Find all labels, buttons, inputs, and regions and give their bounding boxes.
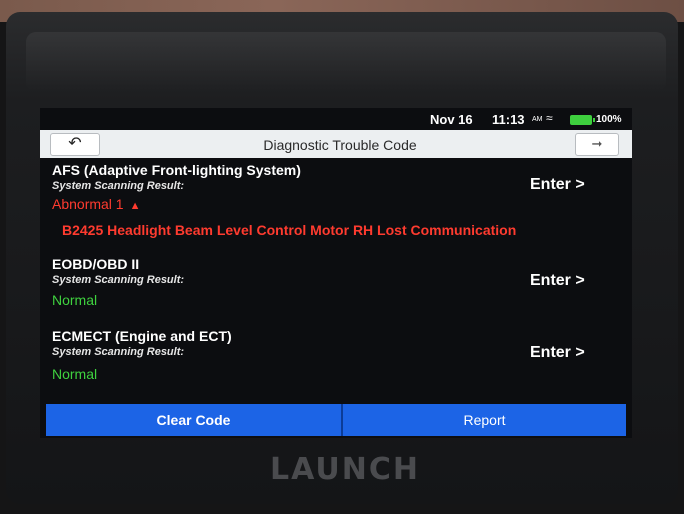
exit-button[interactable]: ➞ (575, 133, 619, 156)
status-text: Abnormal 1 (52, 196, 124, 212)
page-title: Diagnostic Trouble Code (263, 137, 417, 153)
clear-code-button[interactable]: Clear Code (46, 404, 341, 436)
system-name: EOBD/OBD II (52, 256, 140, 272)
system-list: AFS (Adaptive Front-lighting System) Sys… (40, 158, 632, 404)
exit-icon: ➞ (591, 136, 603, 151)
title-bar: ↶ Diagnostic Trouble Code ➞ (40, 130, 632, 158)
battery-icon (570, 115, 595, 125)
system-status-normal: Normal (52, 366, 98, 382)
status-date: Nov 16 (430, 112, 473, 127)
brand-logo: LAUNCH (270, 452, 421, 487)
status-bar: Nov 16 11:13 AM ≈ 100% (40, 108, 632, 130)
back-arrow-icon: ↶ (68, 135, 82, 152)
action-bar: Clear Code Report (46, 404, 626, 436)
battery-percent: 100% (596, 114, 622, 125)
system-scan-label: System Scanning Result: (52, 274, 185, 286)
device-glare (26, 32, 666, 92)
enter-button-eobd[interactable]: Enter > (530, 272, 585, 290)
system-status-normal: Normal (52, 292, 98, 308)
status-ampm: AM (532, 116, 543, 123)
enter-button-afs[interactable]: Enter > (530, 176, 585, 194)
wifi-icon: ≈ (546, 111, 553, 125)
report-button[interactable]: Report (343, 404, 626, 436)
system-name: AFS (Adaptive Front-lighting System) (52, 162, 301, 178)
dtc-item: B2425 Headlight Beam Level Control Motor… (62, 222, 517, 238)
system-scan-label: System Scanning Result: (52, 180, 185, 192)
back-button[interactable]: ↶ (50, 133, 100, 156)
device-screen: Nov 16 11:13 AM ≈ 100% ↶ Diagnostic Trou… (40, 108, 632, 438)
system-name: ECMECT (Engine and ECT) (52, 328, 232, 344)
enter-button-ecmect[interactable]: Enter > (530, 344, 585, 362)
caret-up-icon: ▲ (129, 200, 141, 212)
system-scan-label: System Scanning Result: (52, 346, 185, 358)
system-status-abnormal[interactable]: Abnormal 1 ▲ (52, 196, 140, 212)
status-time: 11:13 (492, 112, 525, 127)
